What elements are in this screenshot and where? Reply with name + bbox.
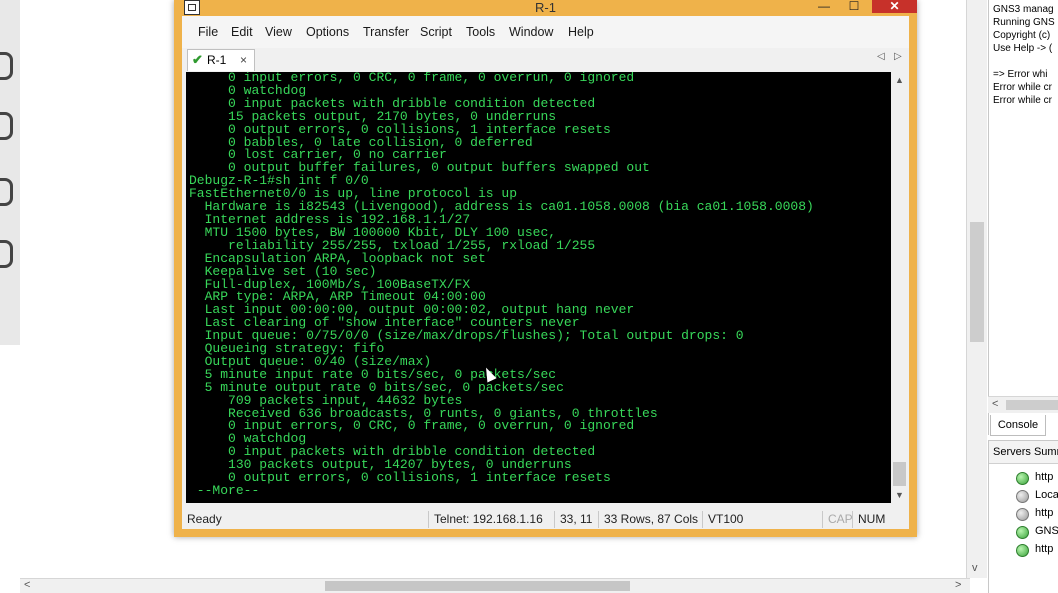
status-dot-icon <box>1016 490 1029 503</box>
session-tab-r1[interactable]: ✔ R-1 × <box>187 49 255 71</box>
minimize-button[interactable]: — <box>812 0 836 13</box>
status-dot-icon <box>1016 472 1029 485</box>
menu-window[interactable]: Window <box>509 25 553 39</box>
servers-summary-title: Servers Summ <box>989 441 1058 464</box>
console-line: Use Help -> ( <box>993 43 1053 54</box>
server-item[interactable]: Loca <box>989 486 1058 504</box>
console-tab[interactable]: Console <box>990 415 1046 436</box>
status-terminal-size: 33 Rows, 87 Cols <box>598 511 698 528</box>
gns3-left-toolbar <box>0 0 21 345</box>
link-icon[interactable] <box>0 240 13 268</box>
status-emulation: VT100 <box>702 511 743 528</box>
session-tab-label: R-1 <box>207 53 227 67</box>
menu-transfer[interactable]: Transfer <box>363 25 409 39</box>
console-horizontal-scrollbar[interactable]: < <box>988 396 1058 413</box>
securecrt-window: R-1 — ☐ ✕ File Edit View Options Transfe… <box>174 0 917 537</box>
scroll-right-arrow-icon[interactable]: > <box>955 579 961 591</box>
gns3-console-panel: GNS3 manag Running GNS Copyright (c) Use… <box>988 0 1058 435</box>
window-client-area: File Edit View Options Transfer Script T… <box>182 16 909 529</box>
scroll-down-arrow-icon[interactable]: ▼ <box>895 490 904 500</box>
terminal-line: --More-- <box>196 483 260 498</box>
scrollbar-thumb[interactable] <box>893 462 906 486</box>
server-label: Loca <box>1035 489 1058 501</box>
status-dot-icon <box>1016 544 1029 557</box>
scroll-down-arrow-icon[interactable]: v <box>972 562 978 574</box>
server-label: http <box>1035 507 1054 519</box>
close-button[interactable]: ✕ <box>872 0 917 13</box>
server-item[interactable]: http <box>989 504 1058 522</box>
console-line: Error while cr <box>993 82 1052 93</box>
maximize-button[interactable]: ☐ <box>842 0 866 13</box>
servers-summary-panel: Servers Summ http Loca http GNS http <box>988 440 1058 593</box>
workspace-vertical-scrollbar[interactable]: v <box>966 0 987 578</box>
status-cursor-position: 33, 11 <box>554 511 592 528</box>
server-item[interactable]: http <box>989 540 1058 558</box>
menu-tools[interactable]: Tools <box>466 25 495 39</box>
status-caps-lock: CAP <box>822 511 853 528</box>
menu-script[interactable]: Script <box>420 25 452 39</box>
server-label: http <box>1035 471 1054 483</box>
terminal-screen[interactable]: 0 input errors, 0 CRC, 0 frame, 0 overru… <box>186 72 891 503</box>
console-line: Running GNS <box>993 17 1055 28</box>
server-item[interactable]: GNS <box>989 522 1058 540</box>
tab-close-icon[interactable]: × <box>240 50 247 70</box>
scroll-up-arrow-icon[interactable]: ▲ <box>895 75 904 85</box>
status-dot-icon <box>1016 508 1029 521</box>
terminal-vertical-scrollbar[interactable]: ▲ ▼ <box>891 72 908 503</box>
status-connection: Telnet: 192.168.1.16 <box>428 511 543 528</box>
tab-prev-icon[interactable]: ◁ <box>877 51 885 62</box>
console-line: Copyright (c) <box>993 30 1051 41</box>
tab-next-icon[interactable]: ▷ <box>894 51 902 62</box>
workspace-horizontal-scrollbar[interactable]: < > <box>20 578 970 593</box>
switch-icon[interactable] <box>0 112 13 140</box>
menu-help[interactable]: Help <box>568 25 594 39</box>
menu-view[interactable]: View <box>265 25 292 39</box>
console-line: Error while cr <box>993 95 1052 106</box>
console-line: => Error whi <box>993 69 1048 80</box>
scroll-left-arrow-icon[interactable]: < <box>992 398 998 410</box>
terminal-output: 0 input errors, 0 CRC, 0 frame, 0 overru… <box>186 72 891 498</box>
end-device-icon[interactable] <box>0 178 13 206</box>
console-line: GNS3 manag <box>993 4 1054 15</box>
server-label: GNS <box>1035 525 1058 537</box>
scroll-left-arrow-icon[interactable]: < <box>24 579 30 591</box>
scrollbar-thumb[interactable] <box>325 581 630 591</box>
status-bar: Ready Telnet: 192.168.1.16 33, 11 33 Row… <box>182 509 909 529</box>
status-num-lock: NUM <box>852 511 885 528</box>
scrollbar-thumb[interactable] <box>1006 400 1058 410</box>
window-titlebar[interactable]: R-1 — ☐ ✕ <box>174 0 917 16</box>
menu-options[interactable]: Options <box>306 25 349 39</box>
router-icon[interactable] <box>0 52 13 80</box>
connected-check-icon: ✔ <box>192 52 203 67</box>
status-dot-icon <box>1016 526 1029 539</box>
window-title: R-1 <box>535 0 556 15</box>
session-tab-bar: ✔ R-1 × ◁ ▷ <box>182 48 909 71</box>
menu-edit[interactable]: Edit <box>231 25 253 39</box>
server-label: http <box>1035 543 1054 555</box>
menu-bar: File Edit View Options Transfer Script T… <box>182 16 909 48</box>
server-item[interactable]: http <box>989 468 1058 486</box>
status-ready: Ready <box>187 512 222 526</box>
scrollbar-thumb[interactable] <box>970 222 984 342</box>
menu-file[interactable]: File <box>198 25 218 39</box>
